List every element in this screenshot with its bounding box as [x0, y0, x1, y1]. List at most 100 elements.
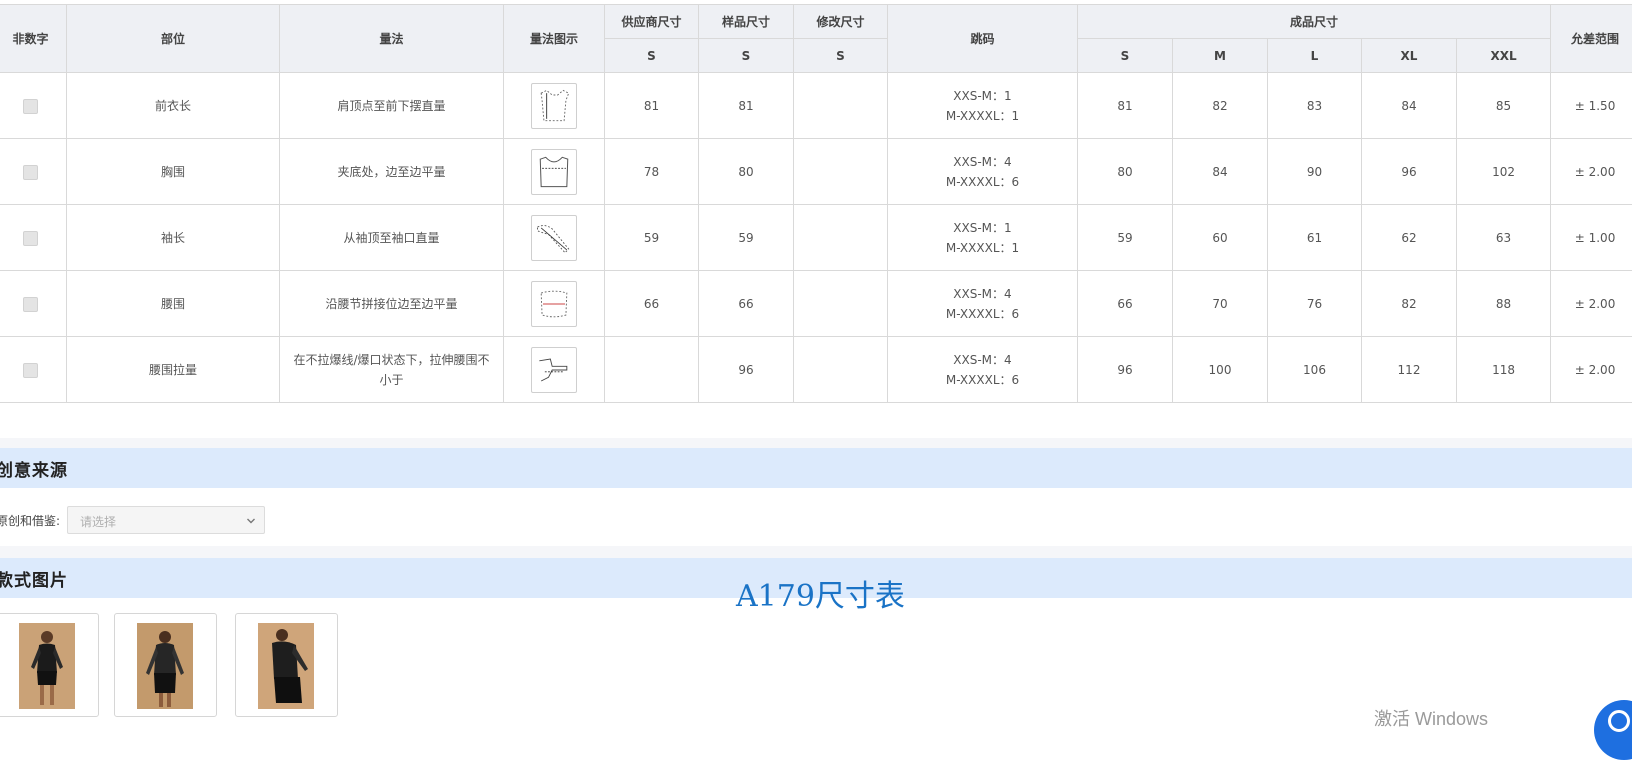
cell-size-s: 80 — [1077, 138, 1173, 205]
cell-size-m: 82 — [1172, 72, 1268, 139]
style-photo-2[interactable] — [114, 613, 217, 717]
cell-diagram — [503, 138, 605, 205]
jump-line-2: M-XXXXL：1 — [945, 240, 1020, 255]
cell-tolerance: ± 2.00 — [1550, 270, 1632, 337]
header-supplier-size: 供应商尺寸 — [604, 4, 699, 39]
header-finished-size: 成品尺寸 — [1076, 4, 1552, 39]
cell-size-m: 84 — [1172, 138, 1268, 205]
header-supplier-sub: S — [604, 38, 699, 73]
row-checkbox[interactable] — [23, 230, 38, 246]
jump-line-1: XXS-M：1 — [953, 220, 1012, 235]
cell-method-cell: 夹底处，边至边平量 — [279, 138, 504, 205]
header-tolerance: 允差范围 — [1550, 4, 1632, 73]
header-method: 量法 — [279, 4, 504, 73]
style-photo-3[interactable] — [235, 613, 338, 717]
jump-line-2: M-XXXXL：6 — [945, 306, 1020, 321]
size-table: 非数字 部位 量法 量法图示 供应商尺寸 样品尺寸 修改尺寸 跳码 成品尺寸 允… — [0, 4, 1632, 403]
section-gap-2 — [0, 546, 1632, 558]
source-select[interactable]: 请选择 — [67, 506, 265, 534]
table-row: 腰围 沿腰节拼接位边至边平量 66 66 XXS-M：4 M-XXXXL：6 66 70 76 8… — [0, 270, 1632, 337]
cell-sample-size: 81 — [698, 72, 794, 139]
jump-line-2: M-XXXXL：6 — [945, 174, 1020, 189]
cell-sample-size: 96 — [698, 336, 794, 403]
cell-size-s: 96 — [1077, 336, 1173, 403]
cell-diagram — [503, 336, 605, 403]
front-length-diagram-icon[interactable] — [531, 82, 577, 129]
waist-diagram-icon[interactable] — [531, 280, 577, 327]
chest-diagram-icon[interactable] — [531, 148, 577, 195]
table-row: 胸围 夹底处，边至边平量 78 80 XXS-M：4 M-XXXXL：6 80 84 90 96 1… — [0, 138, 1632, 205]
cell-size-s: 59 — [1077, 204, 1173, 271]
creative-source-header: 创意来源 — [0, 448, 1632, 488]
table-row: 袖长 从袖顶至袖口直量 59 59 XXS-M：1 M-XXXXL：1 59 60 61 62 63… — [0, 204, 1632, 271]
cell-diagram — [503, 204, 605, 271]
cell-size-xxl: 88 — [1455, 270, 1552, 337]
header-method-diagram: 量法图示 — [503, 4, 605, 73]
cell-supplier-size: 81 — [604, 72, 699, 139]
section-gap — [0, 438, 1632, 448]
floating-help-button[interactable] — [1594, 700, 1632, 760]
row-checkbox-cell — [0, 204, 67, 271]
cell-method-cell: 从袖顶至袖口直量 — [279, 204, 504, 271]
cell-size-xl: 96 — [1361, 138, 1457, 205]
row-checkbox[interactable] — [23, 296, 38, 312]
cell-size-l: 106 — [1267, 336, 1362, 403]
cell-jump: XXS-M：1 M-XXXXL：1 — [887, 72, 1078, 139]
cell-method: 从袖顶至袖口直量 — [343, 230, 440, 245]
cell-size-l: 76 — [1267, 270, 1362, 337]
cell-modified-size[interactable] — [793, 138, 888, 205]
cell-modified-size[interactable] — [793, 336, 888, 403]
row-checkbox[interactable] — [23, 164, 38, 180]
row-checkbox-cell — [0, 138, 67, 205]
row-checkbox-cell — [0, 336, 67, 403]
cell-size-xxl: 85 — [1455, 72, 1552, 139]
table-row: 腰围拉量 在不拉爆线/爆口状态下，拉伸腰围不小于 96 XXS-M：4 M-XXXXL：… — [0, 336, 1632, 403]
dress-photo — [19, 623, 75, 709]
cell-size-l: 90 — [1267, 138, 1362, 205]
cell-supplier-size: 59 — [604, 204, 699, 271]
cell-diagram — [503, 72, 605, 139]
header-modified-size: 修改尺寸 — [793, 4, 888, 39]
cell-tolerance: ± 1.50 — [1550, 72, 1632, 139]
cell-modified-size[interactable] — [793, 72, 888, 139]
cell-part: 腰围拉量 — [66, 336, 280, 403]
header-part: 部位 — [66, 4, 280, 73]
header-size-m: M — [1172, 38, 1268, 73]
dress-photo — [137, 623, 193, 709]
chevron-down-icon — [247, 518, 255, 524]
cell-part: 袖长 — [66, 204, 280, 271]
cell-tolerance: ± 2.00 — [1550, 336, 1632, 403]
dress-photo — [258, 623, 314, 709]
cell-method: 沿腰节拼接位边至边平量 — [325, 296, 458, 311]
cell-modified-size[interactable] — [793, 204, 888, 271]
cell-method: 在不拉爆线/爆口状态下，拉伸腰围不小于 — [293, 352, 490, 387]
row-checkbox-cell — [0, 270, 67, 337]
cell-size-l: 61 — [1267, 204, 1362, 271]
size-chart-caption: A179尺寸表 — [736, 579, 905, 614]
cell-method-cell: 在不拉爆线/爆口状态下，拉伸腰围不小于 — [279, 336, 504, 403]
cell-part: 腰围 — [66, 270, 280, 337]
waist-stretch-diagram-icon[interactable] — [531, 346, 577, 393]
style-photo-1[interactable] — [0, 613, 99, 717]
cell-part: 前衣长 — [66, 72, 280, 139]
cell-size-xxl: 118 — [1455, 336, 1552, 403]
cell-size-m: 60 — [1172, 204, 1268, 271]
row-checkbox-cell — [0, 72, 67, 139]
sleeve-diagram-icon[interactable] — [531, 214, 577, 261]
cell-part: 胸围 — [66, 138, 280, 205]
cell-jump: XXS-M：4 M-XXXXL：6 — [887, 138, 1078, 205]
cell-diagram — [503, 270, 605, 337]
cell-method-cell: 肩顶点至前下摆直量 — [279, 72, 504, 139]
header-sample-size: 样品尺寸 — [698, 4, 794, 39]
row-checkbox[interactable] — [23, 362, 38, 378]
header-sample-sub: S — [698, 38, 794, 73]
cell-modified-size[interactable] — [793, 270, 888, 337]
cell-size-xl: 84 — [1361, 72, 1457, 139]
help-icon — [1608, 710, 1630, 732]
header-non-numeric: 非数字 — [0, 4, 67, 73]
creative-source-title: 创意来源 — [0, 461, 68, 481]
jump-line-2: M-XXXXL：1 — [945, 108, 1020, 123]
row-checkbox[interactable] — [23, 98, 38, 114]
jump-line-1: XXS-M：4 — [953, 352, 1012, 367]
cell-size-m: 70 — [1172, 270, 1268, 337]
